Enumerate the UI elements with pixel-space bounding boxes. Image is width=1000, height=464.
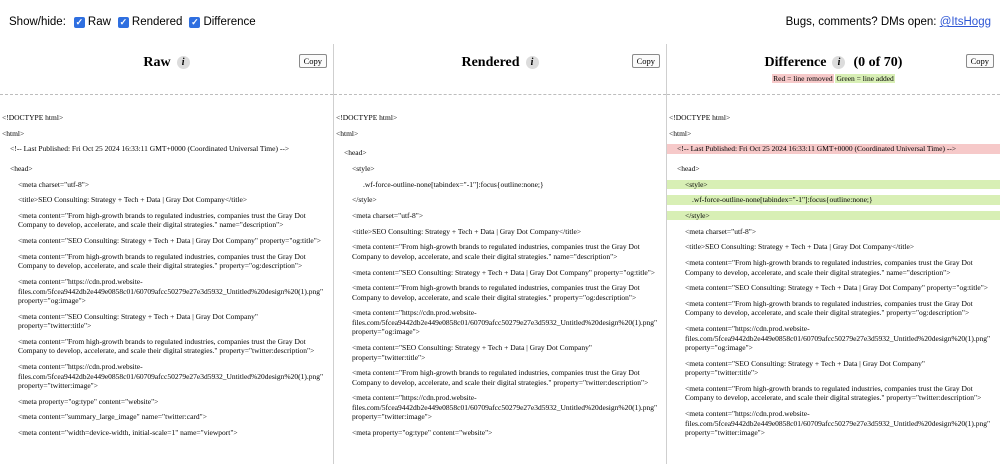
code-line: <meta content="SEO Consulting: Strategy …: [352, 343, 592, 362]
show-hide-controls: Show/hide: ✓ Raw ✓ Rendered ✓ Difference: [9, 16, 259, 28]
rendered-title: Rendered i: [334, 55, 666, 71]
feedback-text: Bugs, comments? DMs open:: [785, 16, 937, 28]
feedback-note: Bugs, comments? DMs open: @ItsHogg: [786, 16, 991, 28]
code-line: <meta property="og:type" content="websit…: [18, 396, 159, 406]
code-line: <meta content="From high-growth brands t…: [685, 298, 973, 318]
code-line: <meta content="From high-growth brands t…: [18, 251, 306, 271]
code-line: .wf-force-outline-none[tabindex="-1"]:fo…: [363, 179, 544, 189]
difference-counter: (0 of 70): [853, 55, 903, 70]
difference-panel: Difference i (0 of 70) Copy Red = line rem…: [666, 44, 1000, 464]
code-line: <!DOCTYPE html>: [2, 113, 64, 122]
code-line: <meta content="From high-growth brands t…: [685, 258, 973, 277]
rendered-checkbox-label[interactable]: Rendered: [132, 16, 183, 28]
difference-copy-button[interactable]: Copy: [965, 54, 994, 68]
code-line: <title>SEO Consulting: Strategy + Tech +…: [18, 195, 248, 205]
code-line: <meta content="https://cdn.prod.website-…: [685, 409, 991, 438]
rendered-copy-button[interactable]: Copy: [631, 54, 660, 68]
info-icon[interactable]: i: [832, 56, 846, 69]
code-line: <meta content="From high-growth brands t…: [685, 383, 982, 403]
rendered-panel-header: Rendered i Copy: [334, 44, 666, 95]
difference-title: Difference i (0 of 70): [667, 55, 1000, 71]
comparison-panels: Raw i Copy <!DOCTYPE html> <html> <!-- La…: [0, 44, 1000, 464]
diff-legend: Red = line removed Green = line added: [667, 74, 1000, 83]
code-line: <head>: [10, 163, 33, 173]
raw-panel: Raw i Copy <!DOCTYPE html> <html> <!-- La…: [0, 44, 333, 464]
code-line: <meta content="SEO Consulting: Strategy …: [685, 283, 988, 293]
code-line: <meta content="From high-growth brands t…: [352, 242, 640, 261]
code-line: <head>: [344, 148, 367, 158]
rendered-checkbox[interactable]: ✓: [117, 16, 129, 28]
raw-code: <!DOCTYPE html> <html> <!-- Last Publish…: [0, 95, 333, 438]
raw-checkbox[interactable]: ✓: [73, 16, 85, 28]
added-line: .wf-force-outline-none[tabindex="-1"]:fo…: [667, 195, 1000, 205]
difference-checkbox-label[interactable]: Difference: [203, 16, 255, 28]
rendered-title-text: Rendered: [461, 55, 520, 70]
removed-line: <!-- Last Published: Fri Oct 25 2024 16:…: [667, 144, 1000, 154]
show-hide-label: Show/hide:: [9, 16, 66, 28]
code-line: <style>: [352, 163, 375, 173]
twitter-handle-link[interactable]: @ItsHogg: [940, 16, 991, 28]
code-line: <!DOCTYPE html>: [669, 113, 731, 122]
code-line: <html>: [2, 128, 25, 138]
code-line: <meta content="https://cdn.prod.website-…: [685, 324, 991, 353]
code-line: <head>: [677, 163, 700, 173]
code-line: <meta content="From high-growth brands t…: [18, 210, 306, 230]
code-line: <title>SEO Consulting: Strategy + Tech +…: [352, 226, 582, 236]
legend-removed: Red = line removed: [772, 74, 834, 83]
raw-copy-button[interactable]: Copy: [298, 54, 327, 68]
rendered-panel: Rendered i Copy <!DOCTYPE html> <html> <h…: [333, 44, 666, 464]
code-line: <meta content="From high-growth brands t…: [352, 368, 649, 387]
code-line: <meta property="og:type" content="websit…: [352, 428, 493, 438]
code-line: <meta content="summary_large_image" name…: [18, 412, 207, 422]
code-line: <meta content="https://cdn.prod.website-…: [18, 362, 324, 391]
code-line: <!DOCTYPE html>: [336, 113, 398, 122]
added-line: </style>: [667, 210, 1000, 221]
toggle-rendered[interactable]: ✓ Rendered: [117, 16, 183, 28]
code-line: <!-- Last Published: Fri Oct 25 2024 16:…: [10, 144, 290, 154]
code-line: <meta charset="utf-8">: [685, 226, 757, 236]
top-bar: Show/hide: ✓ Raw ✓ Rendered ✓ Difference…: [0, 0, 1000, 44]
toggle-raw[interactable]: ✓ Raw: [73, 16, 111, 28]
code-line: <html>: [669, 128, 692, 138]
toggle-difference[interactable]: ✓ Difference: [189, 16, 256, 28]
added-line: <style>: [667, 179, 1000, 190]
code-line: <meta charset="utf-8">: [352, 210, 424, 220]
code-line: <meta content="From high-growth brands t…: [18, 336, 315, 356]
raw-title-text: Raw: [143, 55, 171, 70]
code-line: <meta content="https://cdn.prod.website-…: [18, 277, 324, 305]
code-line: <meta content="https://cdn.prod.website-…: [352, 393, 658, 422]
code-line: <meta content="https://cdn.prod.website-…: [352, 308, 658, 337]
code-line: <meta content="SEO Consulting: Strategy …: [685, 358, 925, 378]
code-line: </style>: [352, 195, 377, 205]
info-icon[interactable]: i: [525, 56, 539, 69]
code-line: <meta content="SEO Consulting: Strategy …: [18, 236, 321, 246]
code-line: <html>: [336, 128, 359, 138]
raw-title: Raw i: [0, 55, 333, 71]
difference-checkbox[interactable]: ✓: [189, 16, 201, 28]
difference-code: <!DOCTYPE html> <html> <!-- Last Publish…: [667, 95, 1000, 438]
raw-checkbox-label[interactable]: Raw: [88, 16, 111, 28]
code-line: <title>SEO Consulting: Strategy + Tech +…: [685, 242, 915, 252]
code-line: <meta content="SEO Consulting: Strategy …: [18, 311, 258, 331]
info-icon[interactable]: i: [176, 56, 190, 69]
difference-title-text: Difference: [764, 55, 827, 70]
code-line: <meta charset="utf-8">: [18, 179, 90, 189]
code-line: <meta content="SEO Consulting: Strategy …: [352, 267, 655, 277]
raw-panel-header: Raw i Copy: [0, 44, 333, 95]
code-line: <meta content="From high-growth brands t…: [352, 283, 640, 302]
rendered-code: <!DOCTYPE html> <html> <head> <style> .w…: [334, 95, 666, 438]
difference-panel-header: Difference i (0 of 70) Copy Red = line rem…: [667, 44, 1000, 95]
legend-added: Green = line added: [835, 74, 895, 83]
code-line: <meta content="width=device-width, initi…: [18, 428, 238, 438]
